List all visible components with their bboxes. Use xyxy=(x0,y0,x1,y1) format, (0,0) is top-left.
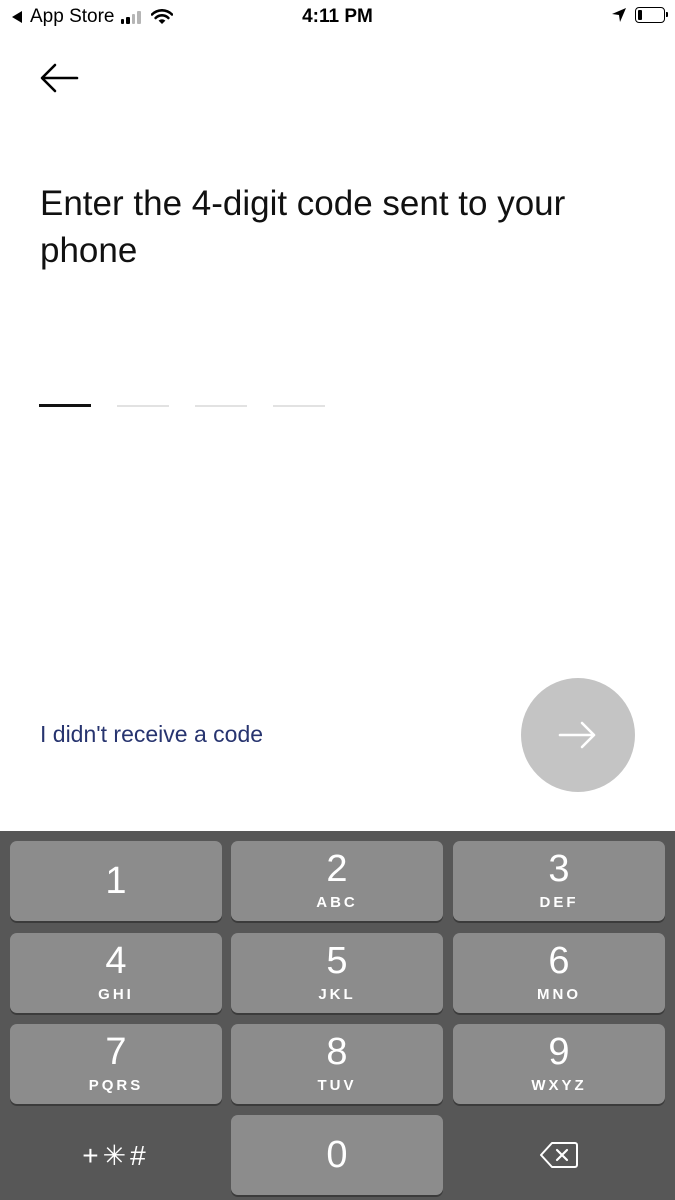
key-letters: TUV xyxy=(317,1077,357,1094)
arrow-left-icon xyxy=(40,63,79,93)
location-arrow-icon xyxy=(612,8,626,22)
key-digit: 1 xyxy=(105,860,127,902)
status-right xyxy=(611,7,668,23)
battery-icon xyxy=(635,7,668,23)
key-digit: 7 xyxy=(105,1031,127,1073)
key-digit: 3 xyxy=(548,848,570,890)
battery-level xyxy=(638,10,642,20)
code-digit-slot-4[interactable] xyxy=(273,405,325,407)
code-digit-slot-2[interactable] xyxy=(117,405,169,407)
key-0[interactable]: 0 xyxy=(231,1115,443,1195)
key-letters: DEF xyxy=(539,894,579,911)
resend-code-link[interactable]: I didn't receive a code xyxy=(40,721,263,748)
key-digit: 5 xyxy=(326,940,348,982)
symbols-key[interactable]: +✳# xyxy=(10,1115,222,1195)
code-input[interactable] xyxy=(39,404,351,407)
key-letters: ABC xyxy=(316,894,358,911)
key-4[interactable]: 4 GHI xyxy=(10,933,222,1013)
key-2[interactable]: 2 ABC xyxy=(231,841,443,921)
key-digit: 4 xyxy=(105,940,127,982)
key-digit: 8 xyxy=(326,1031,348,1073)
code-digit-slot-1[interactable] xyxy=(39,404,91,407)
back-button[interactable] xyxy=(36,58,82,98)
code-digit-slot-3[interactable] xyxy=(195,405,247,407)
key-8[interactable]: 8 TUV xyxy=(231,1024,443,1104)
numeric-keypad: 1 2 ABC 3 DEF 4 GHI 5 JKL 6 MNO 7 PQRS 8… xyxy=(0,831,675,1200)
key-digit: 2 xyxy=(326,848,348,890)
key-digit: 9 xyxy=(548,1031,570,1073)
delete-key[interactable] xyxy=(453,1115,665,1195)
key-letters: GHI xyxy=(98,986,134,1003)
key-letters: WXYZ xyxy=(531,1077,587,1094)
page-title: Enter the 4-digit code sent to your phon… xyxy=(40,184,566,270)
key-letters: PQRS xyxy=(88,1077,144,1094)
key-letters: MNO xyxy=(537,986,581,1003)
key-6[interactable]: 6 MNO xyxy=(453,933,665,1013)
key-3[interactable]: 3 DEF xyxy=(453,841,665,921)
key-9[interactable]: 9 WXYZ xyxy=(453,1024,665,1104)
key-7[interactable]: 7 PQRS xyxy=(10,1024,222,1104)
status-bar: App Store 4:11 PM xyxy=(0,0,675,36)
key-5[interactable]: 5 JKL xyxy=(231,933,443,1013)
verification-screen: App Store 4:11 PM Enter the 4-digit code… xyxy=(0,0,675,1200)
key-digit: 6 xyxy=(548,940,570,982)
backspace-icon xyxy=(540,1142,578,1168)
key-digit: 0 xyxy=(326,1134,348,1176)
arrow-right-icon xyxy=(558,721,596,749)
status-time: 4:11 PM xyxy=(302,6,373,27)
key-letters: JKL xyxy=(318,986,356,1003)
next-button[interactable] xyxy=(521,678,635,792)
key-1[interactable]: 1 xyxy=(10,841,222,921)
